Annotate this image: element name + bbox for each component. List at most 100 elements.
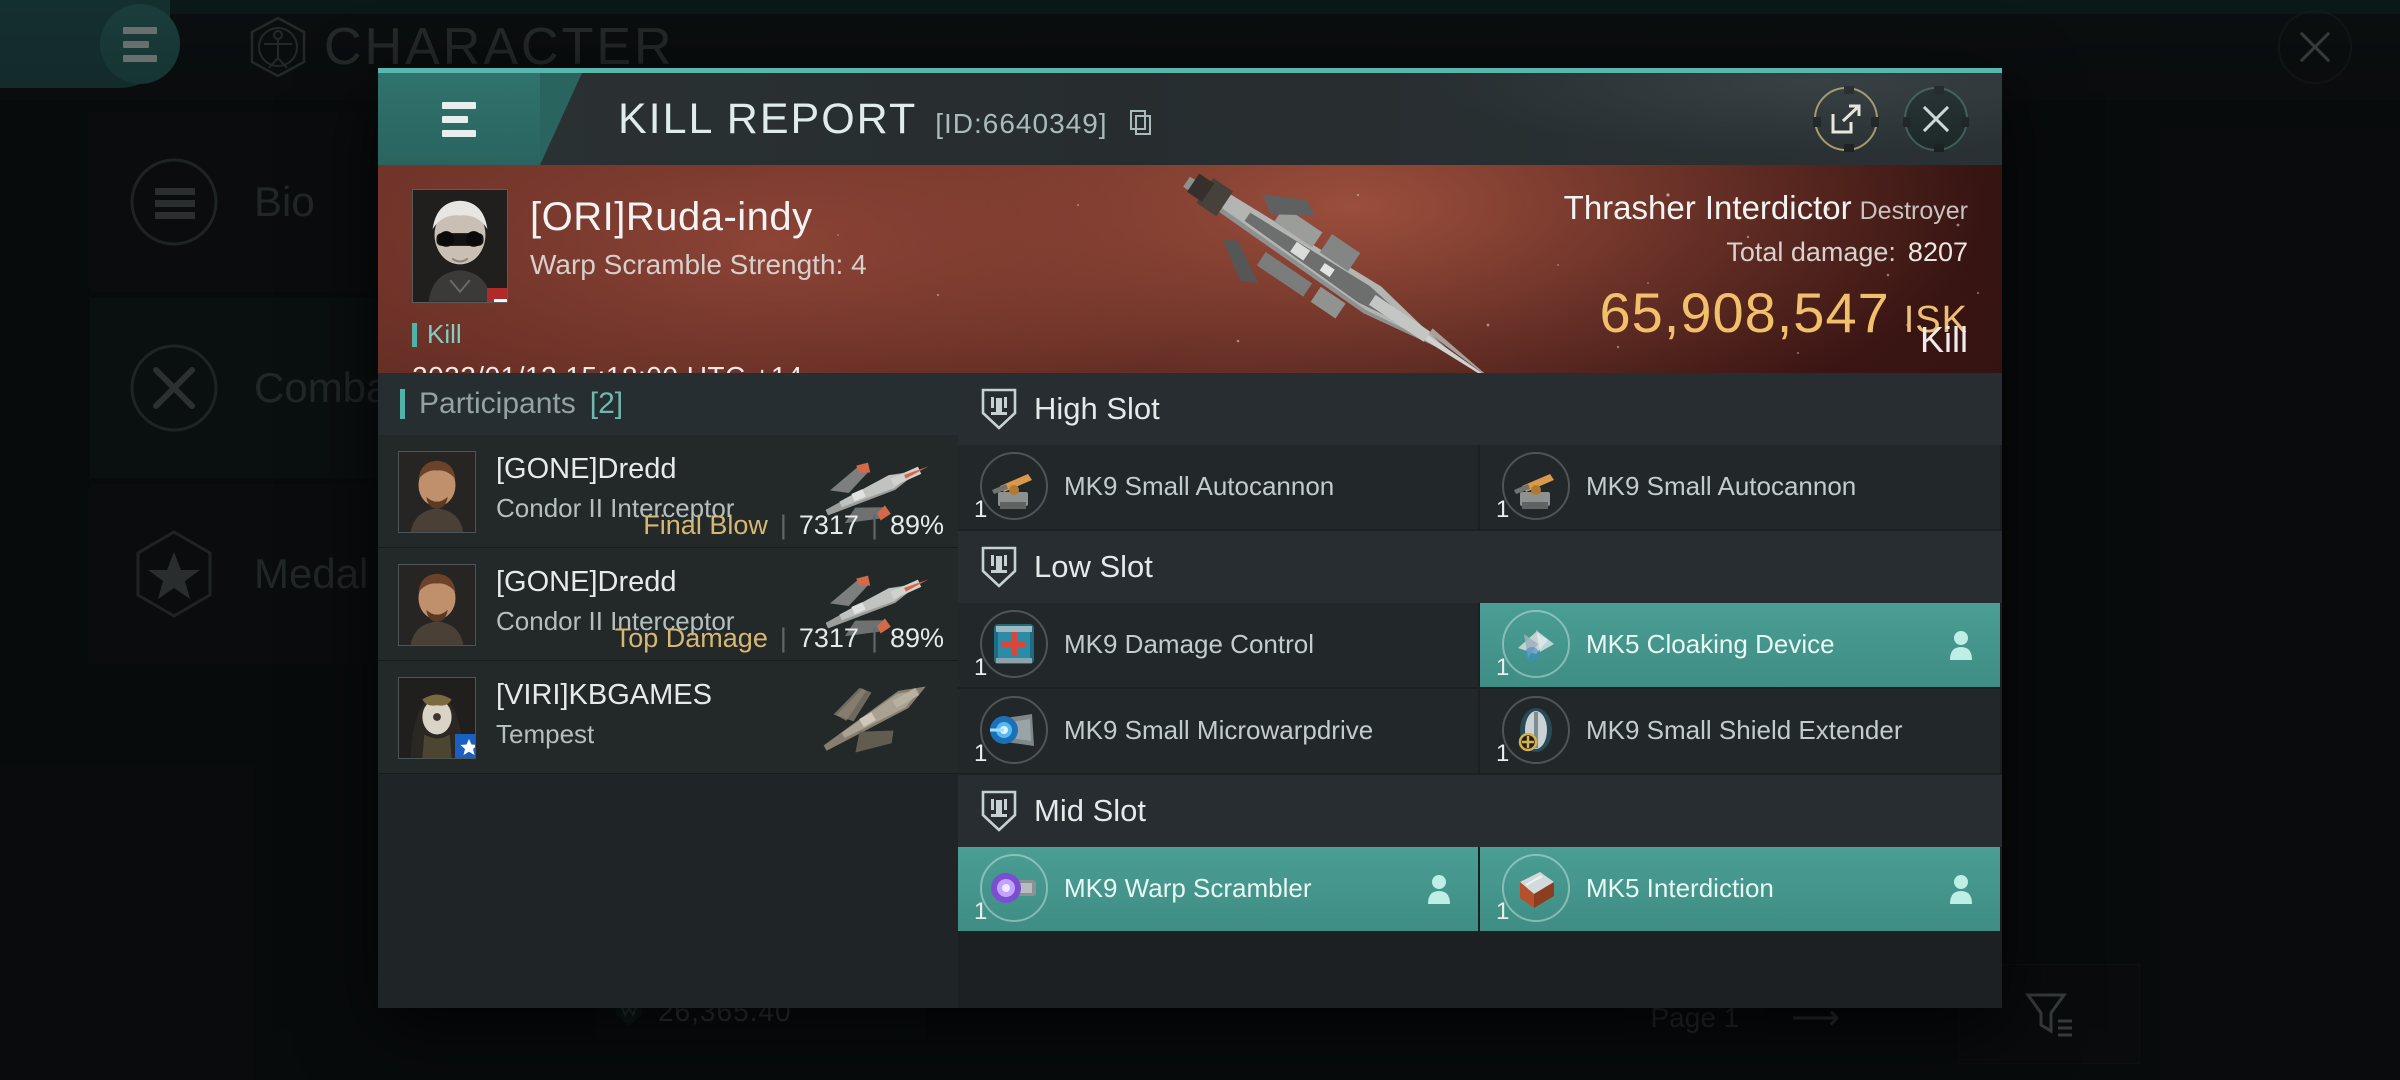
module-quantity: 1 [1496,740,1510,767]
interdiction-icon: 1 [1494,848,1576,930]
table-row[interactable]: [GONE]Dredd Condor II Interceptor [378,548,958,661]
module-quantity: 1 [1496,654,1510,681]
modal-content: Participants [2] [GONE]Dredd Condor II I… [378,373,2002,1008]
avatar-portrait [399,565,475,645]
module-cell[interactable]: 1 MK5 Cloaking Device [1480,603,2002,689]
module-quantity: 1 [974,740,988,767]
participants-header: Participants [2] [378,373,958,435]
avatar [398,451,476,533]
ship-stats: Thrasher Interdictor Destroyer Total dama… [1564,189,1968,345]
result-tag-label: Kill [427,319,462,349]
module-cell[interactable]: 1 MK5 Interdiction [1480,847,2002,933]
module-quantity: 1 [974,654,988,681]
slot-title: Low Slot [1034,549,1153,584]
slot-shield-icon [981,546,1017,588]
microwarpdrive-icon: 1 [972,690,1054,772]
victim-ship-name: Thrasher Interdictor [1563,189,1852,226]
copy-icon[interactable] [1129,109,1152,136]
module-owner-button[interactable] [1948,630,1974,660]
table-row[interactable]: [VIRI]KBGAMES Tempest [378,661,958,774]
table-row[interactable]: [GONE]Dredd Condor II Interceptor [378,435,958,548]
result-word: Kill [1919,319,1968,360]
hamburger-menu-icon [442,101,476,137]
slot-modules-low-row2: 1 MK9 Small Microwarpdrive 1 MK9 Small S… [958,689,2002,775]
slot-title: High Slot [1034,391,1160,426]
module-cell[interactable]: 1 MK9 Small Shield Extender [1480,689,2002,775]
page-title: KILL REPORT [618,94,918,143]
modal-header: KILL REPORT [ID:6640349] [378,73,2002,165]
avatar-portrait [413,190,507,302]
participants-label: Participants [419,387,576,420]
avatar-portrait [399,452,475,532]
kill-banner: [ORI]Ruda-indy Warp Scramble Strength: 4… [378,165,2002,373]
module-owner-button[interactable] [1948,874,1974,904]
module-quantity: 1 [1496,898,1510,925]
module-cell[interactable]: 1 MK9 Small Autocannon [958,445,1480,531]
slot-header-low: Low Slot [958,531,2002,603]
slot-modules-mid: 1 MK9 Warp Scrambler 1 MK5 Interdiction [958,847,2002,933]
victim-warp-scramble: Warp Scramble Strength: 4 [530,249,867,280]
participant-percent: 89% [889,623,944,653]
module-owner-button[interactable] [1426,874,1452,904]
module-quantity: 1 [974,496,988,523]
modal-title-wrap: KILL REPORT [ID:6640349] [618,95,1152,144]
victim-ship-class: Destroyer [1859,197,1968,225]
person-icon [1950,875,1972,904]
module-name: MK9 Small Shield Extender [1586,715,1903,746]
autocannon-icon: 1 [1494,446,1576,528]
star-icon [460,739,475,755]
isk-amount: 65,908,547 [1599,281,1890,344]
slot-modules-low-row1: 1 MK9 Damage Control 1 MK5 Cloaking Devi… [958,603,2002,689]
close-icon [1919,102,1953,136]
battleship-ship-icon [823,686,926,753]
banner-content: [ORI]Ruda-indy Warp Scramble Strength: 4… [378,165,2002,373]
participant-stats: Final Blow | 7317 | 89% [643,510,944,540]
total-damage-value: 8207 [1907,237,1968,267]
close-button[interactable] [1903,86,1969,152]
victim-name: [ORI]Ruda-indy [530,195,813,239]
modal-header-actions [1813,86,1969,152]
modal-menu-button[interactable] [378,73,582,165]
damage-control-icon: 1 [972,604,1054,686]
module-name: MK9 Damage Control [1064,629,1314,660]
participant-damage: 7317 [798,510,859,540]
module-cell[interactable]: 1 MK9 Small Autocannon [1480,445,2002,531]
external-link-icon [1831,104,1861,134]
result-tag: Kill [412,319,462,350]
participants-panel: Participants [2] [GONE]Dredd Condor II I… [378,373,958,1008]
participant-name: [GONE]Dredd [496,453,677,485]
participant-damage: 7317 [798,623,859,653]
module-cell[interactable]: 1 MK9 Warp Scrambler [958,847,1480,933]
slot-modules-high: 1 MK9 Small Autocannon 1 MK9 Small Autoc… [958,445,2002,531]
participant-tag: Top Damage [614,623,768,653]
module-name: MK9 Small Autocannon [1064,471,1335,502]
slot-header-mid: Mid Slot [958,775,2002,847]
participant-tag: Final Blow [643,510,768,540]
cloaking-device-icon: 1 [1494,604,1576,686]
victim-ship-line: Thrasher Interdictor Destroyer [1564,189,1968,227]
participant-percent: 89% [889,510,944,540]
victim-avatar[interactable] [412,189,508,303]
avatar [398,677,476,759]
isk-value-line: 65,908,547 ISK [1564,280,1968,345]
module-name: MK9 Small Microwarpdrive [1064,715,1374,746]
participant-stats: Top Damage | 7317 | 89% [614,623,944,653]
participant-name: [GONE]Dredd [496,566,677,598]
module-name: MK9 Warp Scrambler [1064,873,1312,904]
slot-shield-icon [981,790,1017,832]
module-cell[interactable]: 1 MK9 Small Microwarpdrive [958,689,1480,775]
total-damage-label: Total damage: [1726,237,1896,267]
participants-count: [2] [589,387,624,420]
kill-report-modal: KILL REPORT [ID:6640349] [ORI]Ruda-indy … [378,68,2002,1008]
avatar [398,564,476,646]
slot-shield-icon [981,388,1017,430]
fitting-panel: High Slot 1 MK9 Small Autocannon 1 MK9 S… [958,373,2002,1008]
module-quantity: 1 [974,898,988,925]
module-name: MK5 Cloaking Device [1586,629,1835,660]
module-cell[interactable]: 1 MK9 Damage Control [958,603,1480,689]
shield-extender-icon: 1 [1494,690,1576,772]
kill-report-id: [ID:6640349] [935,107,1108,139]
share-button[interactable] [1813,86,1879,152]
kill-timestamp: 2022/01/13 15:18:00 UTC +14 [412,361,803,373]
person-icon [1428,875,1450,904]
